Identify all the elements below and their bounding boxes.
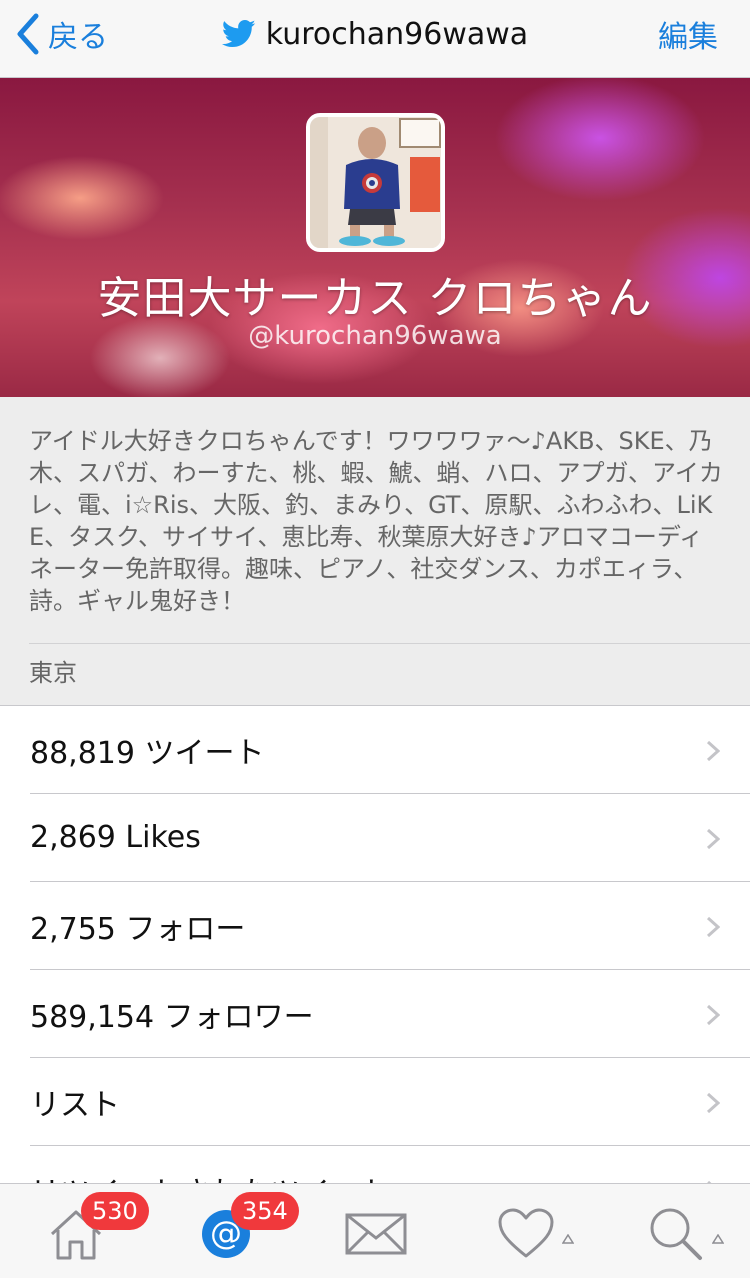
bio-divider [29,643,750,644]
chevron-right-icon [706,740,720,762]
navigation-bar: 戻る kurochan96wawa 編集 [0,0,750,78]
notification-badge: 354 [231,1192,299,1230]
profile-handle: @kurochan96wawa [248,321,502,351]
chevron-right-icon [706,1092,720,1114]
twitter-bird-icon [221,19,256,48]
profile-banner: 安田大サーカス クロちゃん @kurochan96wawa [0,78,750,397]
tab-bar: 530 @ 354 [0,1183,750,1278]
chevron-right-icon [706,916,720,938]
avatar-photo [310,117,441,248]
tab-home[interactable]: 530 [16,1184,149,1278]
list-item-label: リスト [30,1087,120,1123]
tab-mentions[interactable]: @ 354 [166,1184,299,1278]
list-item-label: 2,869 Likes [30,820,201,855]
list-item-followers[interactable]: 589,154 フォロワー [30,970,750,1058]
dropdown-triangle-icon [712,1234,724,1244]
chevron-right-icon [706,1004,720,1026]
messages-icon [345,1213,407,1255]
bio-section: アイドル大好きクロちゃんです！ワワワワァ〜♪AKB、SKE、乃木、スパガ、わーす… [0,397,750,706]
edit-button[interactable]: 編集 [658,12,718,56]
list-item-likes[interactable]: 2,869 Likes [30,794,750,882]
avatar[interactable] [306,113,445,252]
profile-bio: アイドル大好きクロちゃんです！ワワワワァ〜♪AKB、SKE、乃木、スパガ、わーす… [29,427,723,615]
notification-badge: 530 [81,1192,149,1230]
tab-likes[interactable] [466,1184,586,1278]
list-item-label: 589,154 フォロワー [30,999,314,1035]
display-name: 安田大サーカス クロちゃん [97,273,653,324]
list-item-label: 88,819 ツイート [30,735,265,771]
list-item-tweets[interactable]: 88,819 ツイート [30,706,750,794]
likes-icon [498,1208,554,1258]
search-icon [650,1208,702,1260]
profile-stats-list: 88,819 ツイート 2,869 Likes 2,755 フォロー 589,1… [0,706,750,1234]
list-item-label: 2,755 フォロー [30,911,246,947]
tab-search[interactable] [616,1184,736,1278]
nav-title-text: kurochan96wawa [265,16,529,52]
tab-messages[interactable] [316,1184,436,1278]
list-item-lists[interactable]: リスト [30,1058,750,1146]
nav-title: kurochan96wawa [0,12,750,56]
dropdown-triangle-icon [562,1234,574,1244]
profile-location: 東京 [29,659,77,687]
list-item-following[interactable]: 2,755 フォロー [30,882,750,970]
chevron-right-icon [706,828,720,850]
